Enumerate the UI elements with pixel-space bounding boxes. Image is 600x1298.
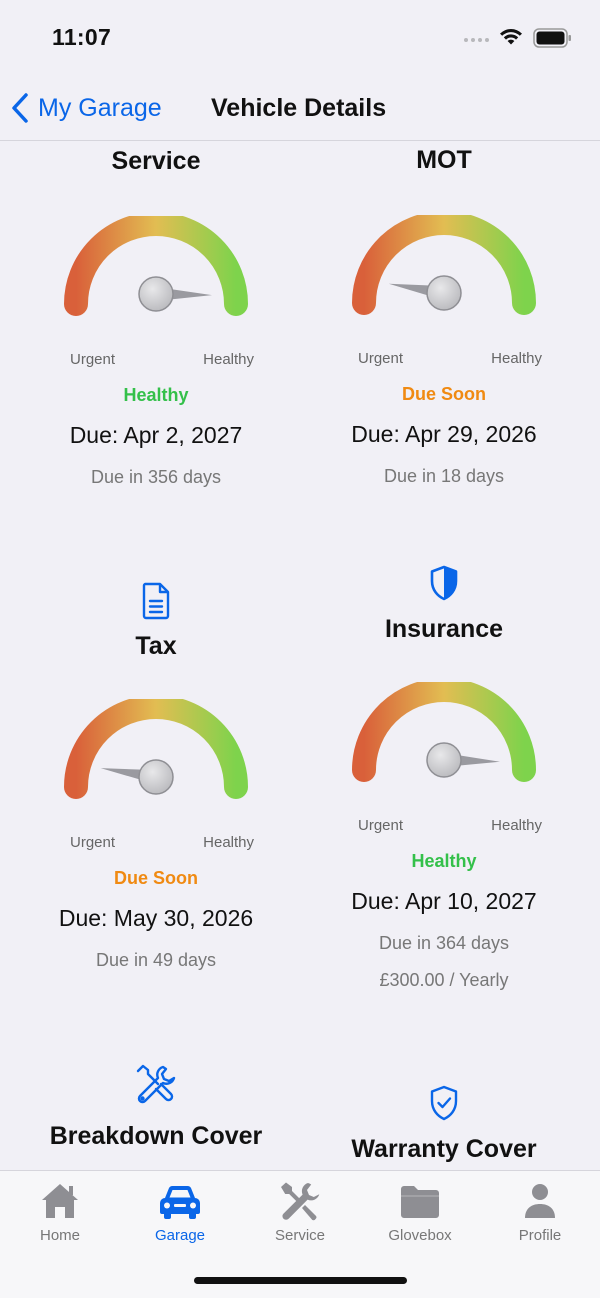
folder-icon <box>401 1186 439 1218</box>
tab-glovebox[interactable]: Glovebox <box>360 1181 480 1244</box>
status-time: 11:07 <box>52 24 112 50</box>
warranty-cover-card[interactable]: Warranty Cover <box>294 1085 594 1164</box>
back-label: My Garage <box>38 93 162 122</box>
gauge-label-healthy: Healthy <box>203 834 254 851</box>
service-card[interactable]: Service Urgent Healthy Healthy Due: Apr … <box>6 147 306 488</box>
insurance-card[interactable]: Insurance Urgent Healthy Healthy Due: Ap… <box>294 565 594 991</box>
gauge-label-urgent: Urgent <box>358 350 404 367</box>
house-icon <box>42 1184 78 1218</box>
insurance-gauge <box>352 682 536 782</box>
days-remaining: Due in 18 days <box>383 466 505 486</box>
tax-gauge <box>64 699 248 799</box>
document-icon <box>142 582 170 620</box>
tax-card[interactable]: Tax Urgent Healthy Due Soon Due: May 30,… <box>6 582 306 971</box>
tab-label: Profile <box>518 1227 562 1244</box>
gauge-label-healthy: Healthy <box>491 350 542 367</box>
gauge-knob <box>426 742 462 778</box>
due-date: Due: Apr 29, 2026 <box>351 421 537 447</box>
card-title: Tax <box>135 632 177 660</box>
battery-icon <box>533 28 571 48</box>
signal-icon <box>464 38 489 42</box>
mot-card[interactable]: MOT Urgent Healthy Due Soon Due: Apr 29,… <box>294 146 594 487</box>
breakdown-cover-card[interactable]: Breakdown Cover <box>6 1063 306 1151</box>
tab-garage[interactable]: Garage <box>120 1181 240 1244</box>
status-badge: Healthy <box>411 851 477 871</box>
gauge-label-healthy: Healthy <box>203 351 254 368</box>
gauge-label-urgent: Urgent <box>70 834 116 851</box>
gauge-label-urgent: Urgent <box>70 351 116 368</box>
tab-label: Service <box>274 1227 326 1244</box>
gauge-knob <box>138 759 174 795</box>
due-date: Due: May 30, 2026 <box>58 905 254 931</box>
card-title: Warranty Cover <box>351 1135 537 1163</box>
gauge-label-urgent: Urgent <box>358 817 404 834</box>
tab-label: Glovebox <box>388 1227 452 1244</box>
vehicle-details-grid: Service Urgent Healthy Healthy Due: Apr … <box>0 141 600 1170</box>
shield-check-icon <box>430 1085 458 1121</box>
card-title: Insurance <box>384 615 504 643</box>
service-gauge <box>64 216 248 316</box>
car-icon <box>160 1185 200 1219</box>
days-remaining: Due in 49 days <box>95 950 217 970</box>
card-title: MOT <box>416 146 472 174</box>
mot-gauge <box>352 215 536 315</box>
tab-service[interactable]: Service <box>240 1181 360 1244</box>
back-button[interactable]: My Garage <box>10 88 162 128</box>
chevron-left-icon <box>12 93 28 123</box>
premium-cost: £300.00 / Yearly <box>379 970 509 990</box>
tab-profile[interactable]: Profile <box>480 1181 600 1244</box>
gauge-knob <box>426 275 462 311</box>
status-badge: Due Soon <box>402 384 486 404</box>
card-title: Breakdown Cover <box>49 1122 263 1150</box>
home-indicator <box>194 1277 407 1284</box>
gauge-knob <box>138 276 174 312</box>
status-bar: 11:07 <box>0 0 600 80</box>
person-icon <box>525 1184 555 1218</box>
days-remaining: Due in 356 days <box>90 467 222 487</box>
status-badge: Healthy <box>123 385 189 405</box>
days-remaining: Due in 364 days <box>378 933 510 953</box>
status-badge: Due Soon <box>114 868 198 888</box>
tab-label: Home <box>39 1227 80 1244</box>
tab-label: Garage <box>154 1227 206 1244</box>
tab-home[interactable]: Home <box>0 1181 120 1244</box>
due-date: Due: Apr 2, 2027 <box>69 422 243 448</box>
page-title: Vehicle Details <box>211 94 387 122</box>
due-date: Due: Apr 10, 2027 <box>351 888 537 914</box>
tools-icon <box>281 1182 320 1221</box>
tools-icon <box>136 1064 176 1104</box>
shield-icon <box>430 565 458 601</box>
card-title: Service <box>111 147 201 175</box>
navigation-bar: My Garage Vehicle Details <box>0 80 600 141</box>
wifi-icon <box>500 29 522 45</box>
gauge-label-healthy: Healthy <box>491 817 542 834</box>
